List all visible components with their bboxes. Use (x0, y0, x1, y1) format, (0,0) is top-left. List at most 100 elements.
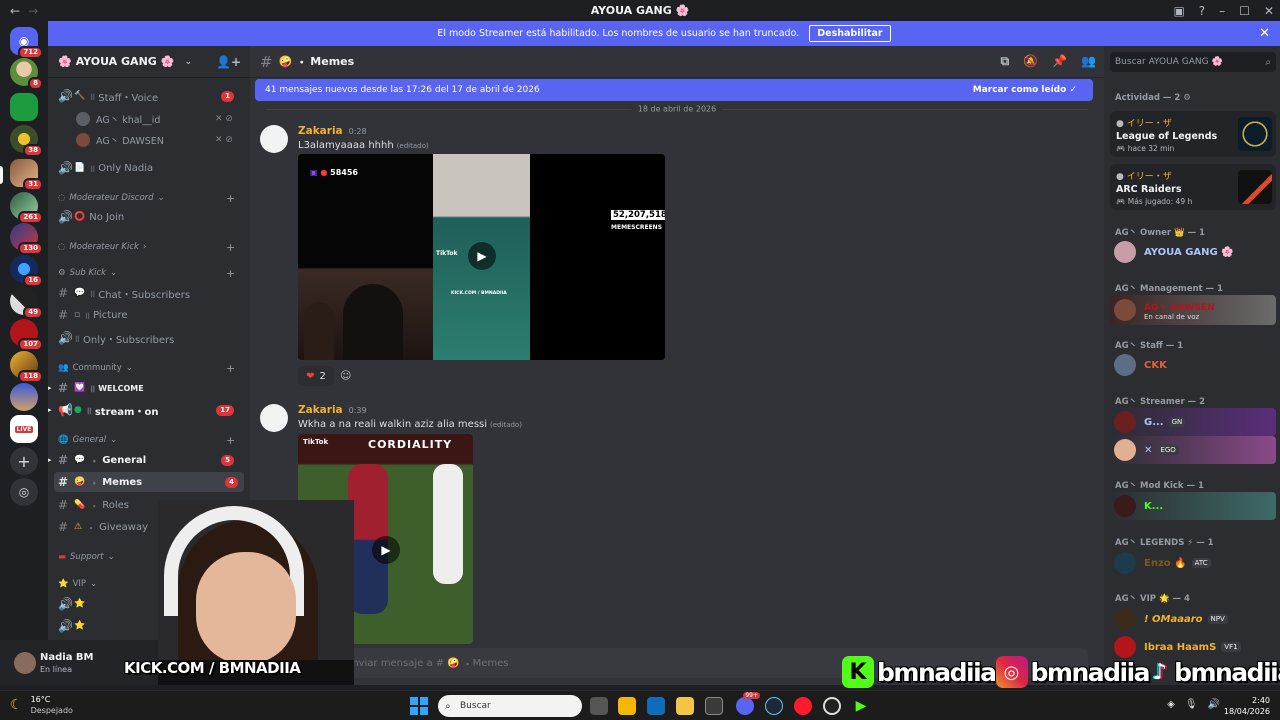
category-general[interactable]: 🌐 General ⌄ + (58, 434, 235, 447)
play-icon[interactable]: ▶ (372, 536, 400, 564)
close-window-button[interactable]: ✕ (1264, 4, 1274, 18)
store-icon[interactable] (618, 697, 636, 715)
category-sub-kick[interactable]: ⚙ Sub Kick ⌄ + (58, 267, 235, 280)
voice-channel-vip[interactable]: 🔊 ⭐ (58, 616, 89, 636)
clock[interactable]: 2:40 18/04/2026 (1224, 695, 1270, 717)
kick-studio-icon[interactable]: ▶ (852, 697, 870, 715)
new-messages-bar[interactable]: 41 mensajes nuevos desde las 17:26 del 1… (255, 79, 1093, 101)
live-server-icon[interactable]: LIVE (10, 415, 38, 443)
obs-icon[interactable] (823, 697, 841, 715)
activity-card[interactable]: ● イリー・ザ ARC Raiders 🎮 Más jugado: 49 h (1110, 164, 1276, 210)
help-icon[interactable]: ? (1199, 4, 1205, 18)
home-dm-button[interactable]: ◉ 712 (10, 27, 43, 59)
text-channel-roles[interactable]: # 💊 ・ Roles (58, 495, 129, 515)
category-community[interactable]: 👥 Community ⌄ + (58, 362, 235, 375)
add-channel-icon[interactable]: + (226, 267, 235, 280)
text-channel-general[interactable]: ▸ # 💬 ・ General 5 (48, 450, 244, 470)
search-input[interactable]: Buscar AYOUA GANG 🌸 ⌕ (1110, 52, 1276, 72)
server-icon[interactable]: 49 (10, 287, 43, 319)
activity-card[interactable]: ● イリー・ザ League of Legends 🎮 hace 32 min (1110, 111, 1276, 157)
add-reaction-icon[interactable]: ☺ (340, 369, 351, 382)
add-server-button[interactable]: + (10, 447, 38, 475)
server-icon[interactable] (10, 383, 38, 411)
category-moderateur-kick[interactable]: ◌ Moderateur Kick › + (58, 241, 235, 254)
member-legend[interactable]: Enzo 🔥 ATC (1110, 549, 1276, 577)
member-vip[interactable]: ! OMaaaro NPV (1110, 605, 1276, 633)
gear-icon[interactable]: ⚙ (1183, 93, 1191, 103)
text-channel-picture[interactable]: # ▫ ॥ Picture (58, 305, 128, 325)
start-button[interactable] (410, 697, 428, 715)
category-vip[interactable]: ⭐ VIP ⌄ (58, 579, 97, 589)
member-streamer[interactable]: ✕ EGO (1110, 436, 1276, 464)
server-icon[interactable]: 107 (10, 319, 43, 351)
server-icon[interactable]: 38 (10, 125, 43, 157)
user-avatar[interactable] (14, 652, 36, 674)
notifications-muted-icon[interactable]: 🔕 (1023, 54, 1038, 69)
forward-arrow-icon[interactable]: → (28, 4, 38, 18)
server-icon[interactable]: 8 (10, 58, 43, 90)
server-icon[interactable]: 261 (10, 192, 43, 224)
server-icon[interactable]: 130 (10, 223, 43, 255)
legends-header: AG丶 LEGENDS ⚡ — 1 (1115, 538, 1214, 548)
outlook-icon[interactable] (647, 697, 665, 715)
discord-taskbar-icon[interactable]: 99+ (736, 692, 760, 715)
microphone-icon[interactable]: 🎙 (1185, 699, 1198, 710)
member-modkick[interactable]: K... (1110, 492, 1276, 520)
add-channel-icon[interactable]: + (226, 241, 235, 254)
server-icon[interactable]: 16 (10, 255, 43, 287)
category-support[interactable]: ▬ Support ⌄ (58, 552, 115, 562)
close-banner-icon[interactable]: ✕ (1259, 26, 1270, 41)
folder-icon[interactable] (676, 697, 694, 715)
voice-channel-staff[interactable]: 🔊 🔨 ॥ Staff・Voice 1 (58, 86, 244, 106)
message-author[interactable]: Zakaria 0:28 (298, 125, 367, 137)
volume-icon[interactable]: 🔊 (1208, 699, 1220, 710)
member-list-icon[interactable]: 👥 (1081, 54, 1096, 69)
voice-user[interactable]: AG丶 DAWSEN ✕ ⊘ (76, 130, 233, 150)
text-channel-giveaway[interactable]: # ⚠ ・ Giveaway (58, 517, 148, 537)
maximize-button[interactable]: ☐ (1239, 4, 1250, 18)
text-channel-chat-subscribers[interactable]: # 💬 ॥ Chat・Subscribers (58, 283, 190, 303)
briefcase-icon[interactable] (705, 697, 723, 715)
play-icon[interactable]: ▶ (468, 242, 496, 270)
inbox-icon[interactable]: ▣ (1173, 4, 1184, 18)
weather-widget[interactable]: ☾ 16°C Despejado (10, 694, 73, 716)
add-member-icon[interactable]: 👤+ (216, 55, 241, 69)
threads-icon[interactable]: ⧉ (1001, 54, 1010, 69)
add-channel-icon[interactable]: + (226, 192, 235, 205)
member-staff[interactable]: CKK (1110, 351, 1276, 379)
author-avatar[interactable] (260, 404, 288, 432)
steam-icon[interactable] (765, 697, 783, 715)
voice-channel-only-nadia[interactable]: 🔊 📄 ॥ Only Nadia (58, 158, 153, 178)
text-channel-memes[interactable]: # 🤪 ・ Memes 4 (54, 472, 244, 492)
heart-reaction[interactable]: ❤ 2 (298, 366, 334, 386)
voice-channel-vip[interactable]: 🔊 ⭐ (58, 594, 89, 614)
voice-channel-only-subscribers[interactable]: 🔊 ॥ Only・Subscribers (58, 328, 174, 348)
server-icon[interactable]: 118 (10, 351, 43, 383)
pin-icon[interactable]: 📌 (1052, 54, 1067, 69)
member-management[interactable]: AG丶 DAWSEN En canal de voz (1110, 295, 1276, 325)
member-streamer[interactable]: G... GN (1110, 408, 1276, 436)
minimize-button[interactable]: – (1219, 4, 1225, 18)
category-moderateur-discord[interactable]: ◌ Moderateur Discord ⌄ + (58, 192, 235, 205)
announcement-channel-stream-on[interactable]: ▸ 📢 ● ॥ stream・on 17 (48, 400, 244, 420)
voice-channel-no-join[interactable]: 🔊 ⭕ No Join (58, 207, 124, 227)
add-channel-icon[interactable]: + (226, 362, 235, 375)
video-attachment[interactable]: ▣ ● 58456 TikTok KICK.COM / BMNADIIA ▶ 5… (298, 154, 665, 360)
guild-header[interactable]: 🌸 AYOUA GANG 🌸 ⌄ 👤+ (48, 46, 250, 78)
opera-icon[interactable] (794, 697, 812, 715)
server-icon-active[interactable]: 31 (10, 159, 43, 191)
network-icon[interactable]: ◈ (1167, 699, 1175, 710)
server-icon[interactable] (10, 93, 38, 121)
add-channel-icon[interactable]: + (226, 434, 235, 447)
message-author[interactable]: Zakaria 0:39 (298, 404, 367, 416)
author-avatar[interactable] (260, 125, 288, 153)
voice-user[interactable]: AG丶 khal__id ✕ ⊘ (76, 109, 233, 129)
task-view-icon[interactable] (590, 697, 608, 715)
disable-streamer-mode-button[interactable]: Deshabilitar (809, 25, 891, 42)
taskbar-search[interactable]: ⌕ Buscar (438, 695, 582, 717)
text-channel-welcome[interactable]: ▸ # 💟 ॥ WELCOME (48, 378, 144, 398)
explore-servers-button[interactable]: ◎ (10, 478, 38, 506)
member-owner[interactable]: AYOUA GANG 🌸 (1110, 238, 1276, 266)
mark-read-button[interactable]: Marcar como leído ✓ (973, 85, 1077, 95)
back-arrow-icon[interactable]: ← (10, 4, 20, 18)
